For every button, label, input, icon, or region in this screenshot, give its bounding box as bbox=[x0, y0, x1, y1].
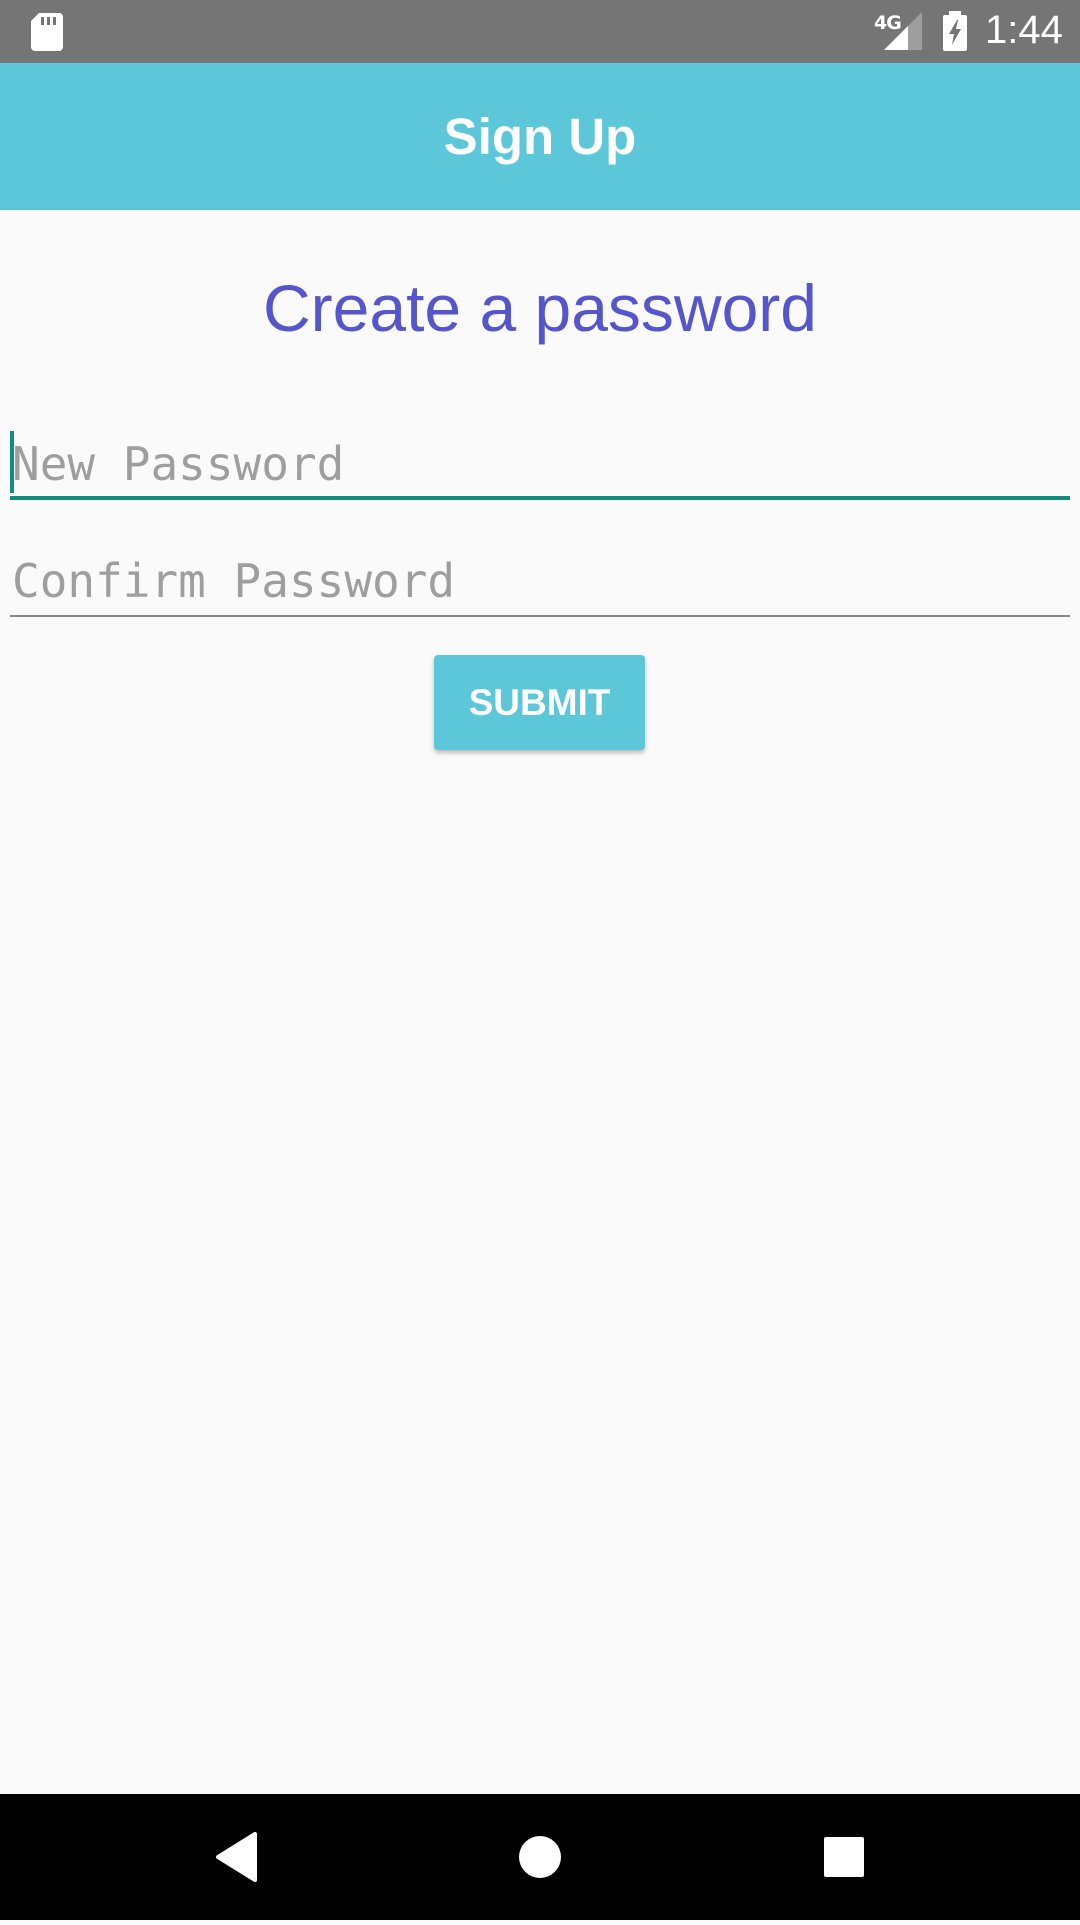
back-icon bbox=[216, 1832, 257, 1882]
back-button[interactable] bbox=[175, 1794, 295, 1920]
text-cursor bbox=[10, 431, 14, 493]
home-button[interactable] bbox=[480, 1794, 600, 1920]
new-password-placeholder: New Password bbox=[12, 437, 345, 491]
page-title: Sign Up bbox=[443, 108, 637, 165]
sd-card-icon bbox=[31, 13, 63, 51]
app-bar: Sign Up bbox=[0, 63, 1080, 210]
status-time: 1:44 bbox=[985, 8, 1063, 52]
new-password-field[interactable]: New Password bbox=[10, 428, 1070, 500]
create-password-heading: Create a password bbox=[263, 271, 817, 345]
navigation-bar bbox=[0, 1794, 1080, 1920]
battery-charging-icon bbox=[943, 11, 967, 51]
status-bar: 4G 1:44 bbox=[0, 0, 1080, 63]
cell-signal-icon bbox=[884, 12, 922, 50]
submit-button-label: SUBMIT bbox=[468, 681, 611, 723]
submit-button[interactable]: SUBMIT bbox=[434, 655, 645, 750]
confirm-password-placeholder: Confirm Password bbox=[12, 554, 456, 608]
recents-button[interactable] bbox=[784, 1794, 904, 1920]
home-icon bbox=[519, 1836, 561, 1878]
confirm-password-field[interactable]: Confirm Password bbox=[10, 545, 1070, 617]
recents-icon bbox=[824, 1837, 864, 1877]
